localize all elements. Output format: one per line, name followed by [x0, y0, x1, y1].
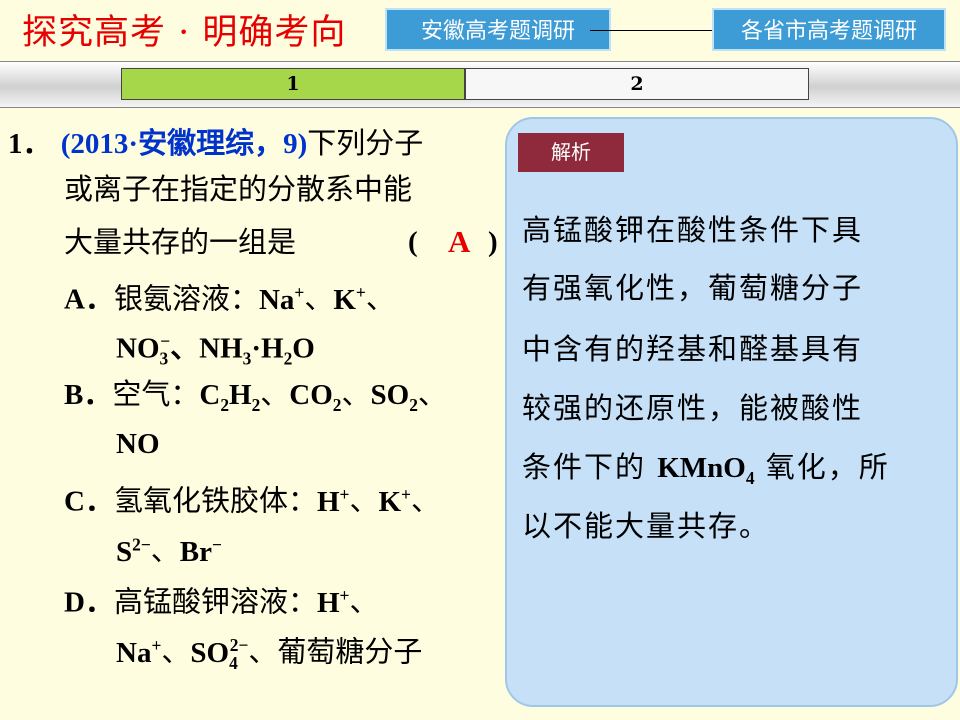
tab-2[interactable]: 2 [465, 68, 809, 100]
analysis-line-5-suffix: 氧化，所 [765, 450, 890, 484]
option-d-tail: 、葡萄糖分子 [248, 634, 423, 669]
option-d-letter: D． [64, 586, 114, 619]
header-connector-line [590, 30, 720, 31]
option-d-prefix: 高锰酸钾溶液： [113, 584, 317, 619]
option-c-prefix: 氢氧化铁胶体： [113, 483, 317, 518]
tab-1[interactable]: 1 [121, 68, 465, 100]
question-number: 1． [8, 128, 52, 160]
option-a: A．银氨溶液：Na+、K+、 [64, 281, 395, 316]
option-c-line-2: S2−、Br− [116, 533, 222, 568]
analysis-line-5: 条件下的 KMnO4 氧化，所 [522, 450, 890, 488]
question-line-1: 1． (2013·安徽理综，9)下列分子 [8, 125, 423, 162]
anhui-exam-button[interactable]: 安徽高考题调研 [385, 8, 611, 51]
option-b-line-2: NO [116, 428, 160, 460]
tab-bar: 1 2 [0, 61, 960, 108]
option-d: D．高锰酸钾溶液：H+、 [64, 584, 379, 619]
analysis-line-6: 以不能大量共存。 [522, 509, 771, 543]
option-c: C．氢氧化铁胶体：H+、K+、 [64, 483, 440, 518]
option-a-letter: A． [64, 283, 114, 316]
answer-bracket-open: ( [408, 226, 418, 258]
answer-value: A [448, 224, 471, 259]
option-c-letter: C． [64, 485, 114, 518]
option-a-line-2: NO3−、NH3·H2O [116, 331, 315, 369]
analysis-line-5-prefix: 条件下的 [522, 450, 647, 484]
option-a-prefix: 银氨溶液： [113, 281, 259, 316]
question-source: (2013·安徽理综，9) [60, 128, 308, 160]
analysis-line-2: 有强氧化性，葡萄糖分子 [522, 271, 864, 305]
slide-title: 探究高考 · 明确考向 [22, 13, 347, 53]
question-stem-1: 下列分子 [307, 126, 424, 160]
option-b-letter: B． [64, 379, 113, 411]
question-stem-2: 或离子在指定的分散系中能 [64, 172, 413, 206]
analysis-line-3: 中含有的羟基和醛基具有 [522, 332, 864, 366]
option-d-line-2: Na+、SO42−、葡萄糖分子 [116, 634, 423, 673]
analysis-line-4: 较强的还原性，能被酸性 [522, 391, 864, 425]
option-b: B．空气：C2H2、CO2、SO2、 [64, 377, 447, 415]
answer-bracket-close: ) [488, 226, 498, 258]
analysis-label[interactable]: 解析 [518, 133, 624, 172]
option-b-prefix: 空气： [112, 377, 200, 411]
analysis-line-1: 高锰酸钾在酸性条件下具 [522, 213, 864, 247]
question-stem-3: 大量共存的一组是 [64, 225, 297, 259]
slide-header: 探究高考 · 明确考向 安徽高考题调研 各省市高考题调研 [0, 0, 960, 58]
provinces-exam-button[interactable]: 各省市高考题调研 [712, 8, 946, 51]
question-line-3: 大量共存的一组是 ( A ) [64, 224, 498, 260]
